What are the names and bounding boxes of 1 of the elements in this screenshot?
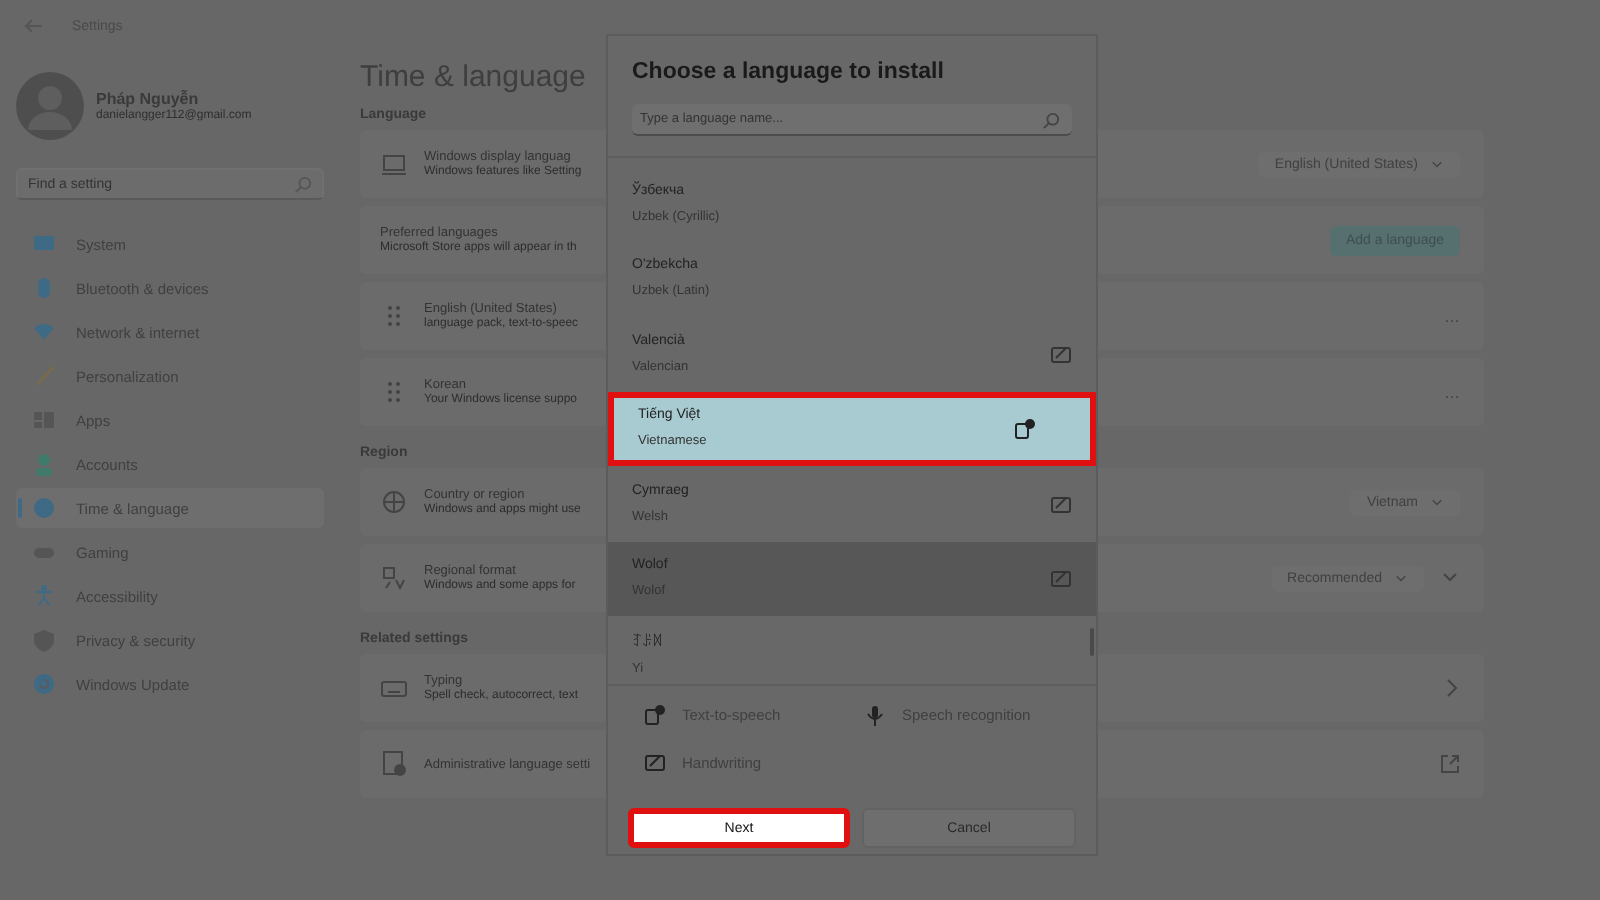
dialog-title: Choose a language to install	[630, 58, 946, 84]
